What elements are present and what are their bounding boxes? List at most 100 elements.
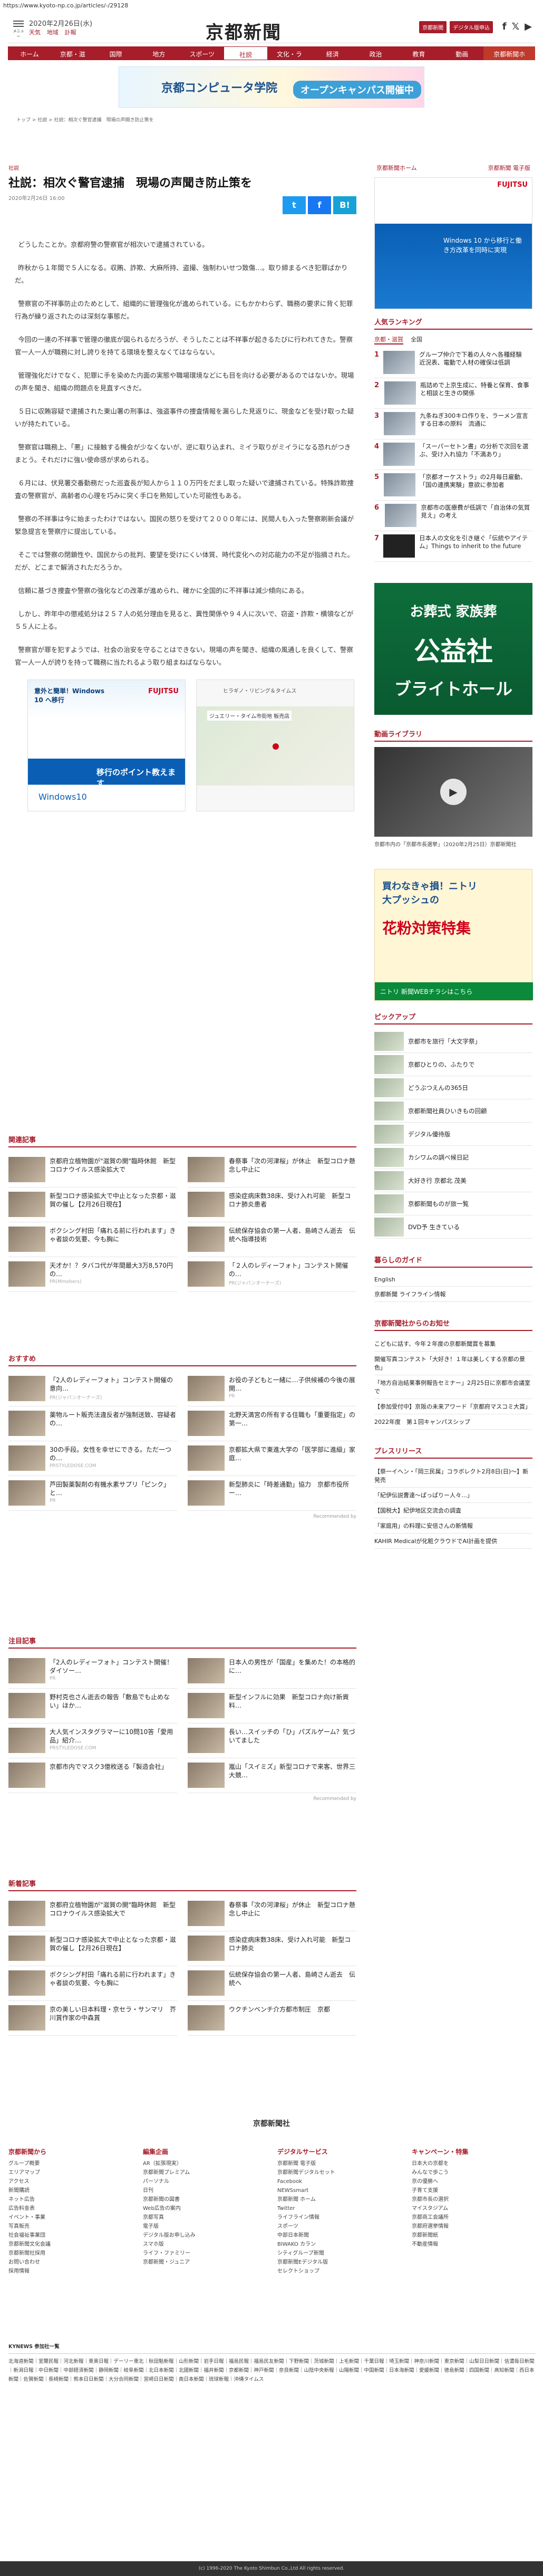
footer-link[interactable]: パーソナル bbox=[143, 2177, 261, 2186]
footer-link[interactable]: 不動産情報 bbox=[412, 2240, 530, 2249]
footer-link[interactable]: BIWAKO カラン bbox=[277, 2240, 396, 2249]
recommend-item[interactable]: 30の手段。女性を幸せにできる。ただ一つの… PRSTYLEDOSE.COM bbox=[8, 1441, 177, 1476]
pickup-item[interactable]: 大好き行 京都北 茂美 bbox=[374, 1169, 532, 1192]
notice-item[interactable]: 開催写真コンテスト「大好き！１年は美しくする京都の景色」 bbox=[374, 1352, 532, 1375]
footer-link[interactable]: 日本大の京都を bbox=[412, 2159, 530, 2168]
sidebar-link-home[interactable]: 京都新聞ホーム bbox=[376, 164, 417, 172]
nav-politics[interactable]: 政治 bbox=[354, 46, 397, 60]
footer-link[interactable]: 京都府選挙情報 bbox=[412, 2222, 530, 2231]
ranking-item[interactable]: 3 九条ねぎ300キロ作りを、ラーメン宣言する日本の原料 流通に bbox=[374, 409, 532, 439]
weather-link[interactable]: 天気 bbox=[29, 29, 41, 36]
footer-link[interactable]: デジタル版お申し込み bbox=[143, 2231, 261, 2240]
footer-link[interactable]: 新聞購読 bbox=[8, 2186, 127, 2195]
footer-link[interactable]: 京都写真 bbox=[143, 2213, 261, 2222]
pickup-item[interactable]: カシワムの調べ候日記 bbox=[374, 1146, 532, 1169]
footer-link[interactable]: Twitter bbox=[277, 2204, 396, 2213]
ranking-item[interactable]: 2 瓶詰めで上京生成に、特養と保育、食事と相談と生きの関係 bbox=[374, 378, 532, 409]
ranking-item[interactable]: 7 日本人の文化を引き継ぐ「伝統やアイテム」Things to inherit t… bbox=[374, 531, 532, 562]
recommend-item[interactable]: お役の子どもと一緒に…子供候補の今後の展開… PR bbox=[188, 1372, 356, 1406]
share-twitter-button[interactable]: t bbox=[283, 196, 306, 214]
related-item[interactable]: 春祭事「次の河津桜」が休止 新型コロナ懸念し中止に bbox=[188, 1153, 356, 1188]
sidebar-link-digital[interactable]: 京都新聞 電子版 bbox=[488, 164, 531, 172]
ranking-tab-kyoto[interactable]: 京都・滋賀 bbox=[374, 335, 403, 344]
site-logo[interactable]: 京都新聞 bbox=[206, 18, 282, 44]
press-item[interactable]: 【祭一イヘン・「岡三民属」コラボレクト2月8日(日)～】新発売 bbox=[374, 1464, 532, 1488]
footer-link[interactable]: シティグループ新聞 bbox=[277, 2249, 396, 2258]
digital-subscribe-button[interactable]: デジタル版申込 bbox=[450, 21, 493, 33]
play-icon[interactable]: ▶ bbox=[440, 779, 467, 805]
windows-ad[interactable]: 意外と簡単！Windows 10 へ移行 FUJITSU 移行のポイント教えます… bbox=[27, 679, 186, 811]
latest-item[interactable]: 新型コロナ感染拡大で中止となった京都・滋賀の催し【2月26日現在】 bbox=[8, 1931, 177, 1966]
popular-item[interactable]: 京都市内でマスク3億枚送る「製造会社」 bbox=[8, 1758, 177, 1793]
footer-link[interactable]: セレクトショップ bbox=[277, 2267, 396, 2276]
latest-item[interactable]: 伝統保存協会の第一人者、島崎さん逝去 伝統へ bbox=[188, 1966, 356, 2001]
pickup-item[interactable]: DVD予 生きている bbox=[374, 1215, 532, 1239]
footer-link[interactable]: アクセス bbox=[8, 2177, 127, 2186]
region-link[interactable]: 地域 bbox=[47, 29, 59, 36]
press-item[interactable]: 【国税大】紀伊地区交流会の調査 bbox=[374, 1503, 532, 1518]
press-item[interactable]: 「家庭用」の料理に安倍さんの新情報 bbox=[374, 1518, 532, 1534]
latest-item[interactable]: ボクシング村田「痛れる前に行われます」きゃ者談の気要、今も胸に bbox=[8, 1966, 177, 2001]
pickup-item[interactable]: 京都ひとりの、ふたりで bbox=[374, 1053, 532, 1076]
related-item[interactable]: 感染症病床数38床、受け入れ可能 新型コロナ肺炎患者 bbox=[188, 1188, 356, 1222]
footer-link[interactable]: 京の優勝へ bbox=[412, 2177, 530, 2186]
recommend-item[interactable]: 薬物ルート販売法違反者が強制送致、容疑者の… bbox=[8, 1406, 177, 1441]
latest-item[interactable]: 春祭事「次の河津桜」が休止 新型コロナ懸念し中止に bbox=[188, 1897, 356, 1931]
popular-item[interactable]: 野村克也さん逝去の報告「敷島でも止めない」ほか… bbox=[8, 1689, 177, 1723]
footer-link[interactable]: ライフ・ファミリー bbox=[143, 2249, 261, 2258]
twitter-icon[interactable]: 𝕏 bbox=[512, 21, 520, 32]
recommend-item[interactable]: 京都拡大県で東進大学の「医学部に進級」家庭… bbox=[188, 1441, 356, 1476]
footer-link[interactable]: 電子版 bbox=[143, 2222, 261, 2231]
footer-link[interactable]: グループ概要 bbox=[8, 2159, 127, 2168]
nitori-ad[interactable]: 買わなきゃ損！ニトリ大プッシュの 花粉対策特集 ニトリ 新聞WEBチラシはこちら bbox=[374, 869, 533, 1001]
latest-item[interactable]: 京の美しい日本料理・京セラ・サンマリ 芥川賞作家の中森賞 bbox=[8, 2001, 177, 2036]
pickup-item[interactable]: どうぶつえんの365日 bbox=[374, 1076, 532, 1099]
related-item[interactable]: 天才か！？タバコ代が年間最大3万8,570円の… PR(Mmebers) bbox=[8, 1257, 177, 1292]
footer-link[interactable]: 子育て支援 bbox=[412, 2186, 530, 2195]
funeral-ad[interactable]: お葬式 家族葬 公益社 ブライトホール bbox=[374, 583, 532, 715]
footer-link[interactable]: 京都新聞紙 bbox=[412, 2231, 530, 2240]
share-hatena-button[interactable]: B! bbox=[333, 196, 356, 214]
footer-link[interactable]: 社会福祉事業団 bbox=[8, 2231, 127, 2240]
pickup-item[interactable]: 京都新聞ものが旅一覧 bbox=[374, 1192, 532, 1215]
footer-link[interactable]: 中部日本新聞 bbox=[277, 2231, 396, 2240]
youtube-icon[interactable]: ▶ bbox=[525, 21, 532, 32]
footer-link[interactable]: AR（拡張現実） bbox=[143, 2159, 261, 2168]
footer-logo[interactable]: 京都新聞社 bbox=[0, 2118, 543, 2129]
footer-link[interactable]: ライフライン情報 bbox=[277, 2213, 396, 2222]
popular-item[interactable]: 日本人の男性が「国産」を集めた！の本格的に… bbox=[188, 1654, 356, 1689]
map-ad[interactable]: ヒラギノ・リビング＆タイムス ジュエリー・タイム市街地 販売店 bbox=[196, 679, 354, 811]
nav-home[interactable]: ホーム bbox=[8, 46, 51, 60]
life-guide-english[interactable]: English bbox=[374, 1273, 532, 1287]
footer-link[interactable]: スマホ版 bbox=[143, 2240, 261, 2249]
press-item[interactable]: KAHIR Medicalが化粧クラウドでAI計画を提供 bbox=[374, 1534, 532, 1549]
footer-link[interactable]: 京都商工会議所 bbox=[412, 2213, 530, 2222]
kyoto-np-button[interactable]: 京都新聞 bbox=[419, 21, 447, 33]
life-guide-lifeline[interactable]: 京都新聞 ライフライン情報 bbox=[374, 1287, 532, 1302]
nav-international[interactable]: 国際 bbox=[94, 46, 138, 60]
footer-link[interactable]: 京都新聞社採用 bbox=[8, 2249, 127, 2258]
latest-item[interactable]: 感染症病床数38床、受け入れ可能 新型コロナ肺炎 bbox=[188, 1931, 356, 1966]
notice-item[interactable]: 【参加受付中】京阪の未来アワード「京都府マスコミ大賞」 bbox=[374, 1399, 532, 1414]
nav-kyoto-shiga[interactable]: 京都・滋賀 bbox=[51, 46, 94, 67]
article-category[interactable]: 社説 bbox=[8, 164, 356, 171]
nav-economy[interactable]: 経済 bbox=[311, 46, 354, 60]
related-item[interactable]: 新型コロナ感染拡大で中止となった京都・滋賀の催し【2月26日現在】 bbox=[8, 1188, 177, 1222]
footer-link[interactable]: みんなで歩こう bbox=[412, 2168, 530, 2177]
footer-link[interactable]: 京都新聞 ホーム bbox=[277, 2195, 396, 2204]
footer-link[interactable]: 京都新聞文化会議 bbox=[8, 2240, 127, 2249]
footer-link[interactable]: 京都市長の選択 bbox=[412, 2195, 530, 2204]
nav-video[interactable]: 動画 bbox=[440, 46, 483, 60]
obituary-link[interactable]: 訃報 bbox=[65, 29, 76, 36]
footer-link[interactable]: 京都新聞Eデジタル版 bbox=[277, 2258, 396, 2267]
notice-item[interactable]: 2022年度 第１回キャンパスシップ bbox=[374, 1414, 532, 1430]
footer-link[interactable]: スポーツ bbox=[277, 2222, 396, 2231]
ranking-item[interactable]: 5 「京都オーケストラ」の2月毎日雇動、「国の連携実験」意欲に参加者 bbox=[374, 470, 532, 501]
top-banner-ad[interactable]: 京都コンピュータ学院 オープンキャンパス開催中 bbox=[119, 66, 424, 108]
footer-link[interactable]: マイスタジアム bbox=[412, 2204, 530, 2213]
pickup-item[interactable]: 京都市を旅行「大文字祭」 bbox=[374, 1030, 532, 1053]
footer-link[interactable]: 京都新聞 電子版 bbox=[277, 2159, 396, 2168]
footer-link[interactable]: エリアマップ bbox=[8, 2168, 127, 2177]
facebook-icon[interactable]: f bbox=[502, 21, 507, 32]
footer-link[interactable]: イベント・事業 bbox=[8, 2213, 127, 2222]
